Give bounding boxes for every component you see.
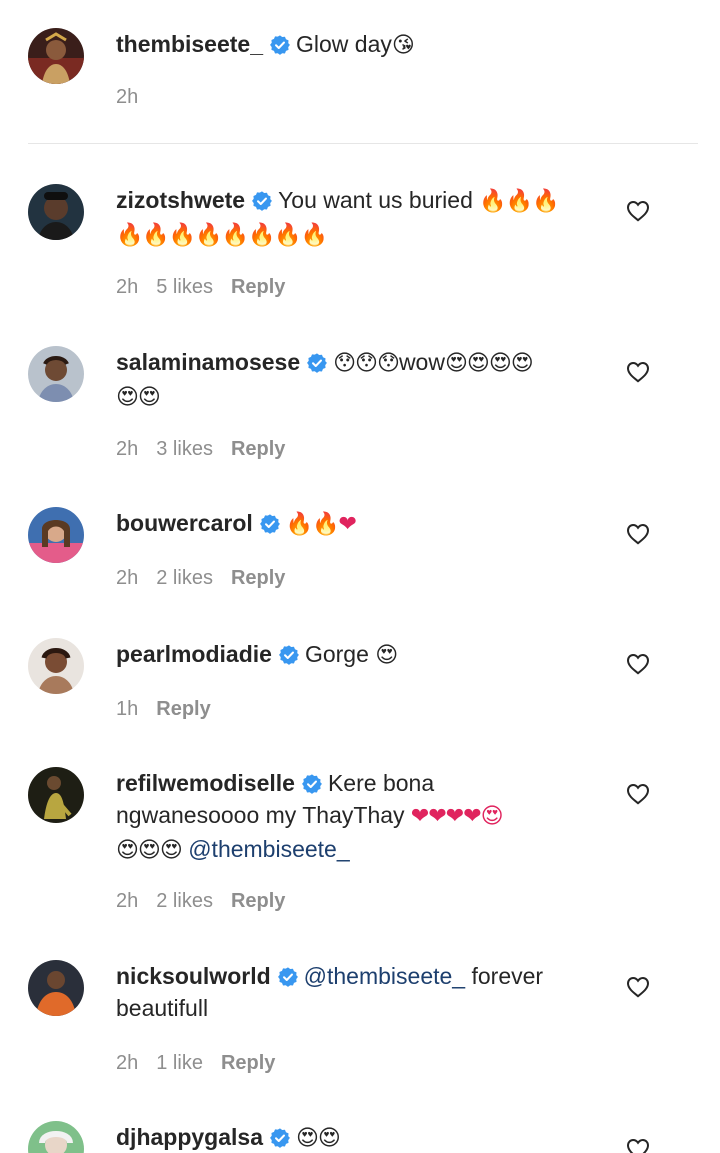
heart-outline-icon[interactable]	[626, 200, 650, 222]
comment-emoji: 😯😯😯	[333, 351, 400, 376]
comment-timestamp: 2h	[116, 567, 139, 589]
caption-text: Glow day	[296, 31, 392, 57]
comment-meta: 2h 3 likes Reply	[116, 438, 303, 461]
reply-button[interactable]: Reply	[221, 1052, 275, 1074]
mention-link[interactable]: @thembiseete_	[304, 963, 465, 989]
comment-timestamp: 2h	[116, 1052, 139, 1074]
reply-button[interactable]: Reply	[231, 567, 285, 589]
heart-outline-icon[interactable]	[626, 361, 650, 383]
verified-badge-icon	[278, 967, 298, 987]
verified-badge-icon	[252, 191, 272, 211]
verified-badge-icon	[270, 35, 290, 55]
comment-text: forever	[471, 963, 544, 989]
comment-username[interactable]: pearlmodiadie	[116, 641, 272, 667]
verified-badge-icon	[307, 353, 327, 373]
likes-count[interactable]: 5 likes	[156, 276, 213, 298]
caption-meta: 2h	[116, 86, 156, 109]
likes-count[interactable]: 2 likes	[156, 890, 213, 912]
avatar-refilwemodiselle[interactable]	[28, 767, 84, 823]
comment-text: Kere bona	[327, 770, 435, 796]
caption-username[interactable]: thembiseete_	[116, 31, 263, 57]
comment-emoji: 😍😍	[116, 385, 161, 410]
comment-text: wow	[398, 349, 445, 375]
comment-meta: 2h 2 likes Reply	[116, 567, 303, 590]
heart-outline-icon[interactable]	[626, 523, 650, 545]
comment-text: ngwanesoooo my ThayThay	[116, 802, 405, 828]
comment-emoji: 🔥🔥🔥🔥🔥🔥🔥🔥	[116, 223, 328, 248]
verified-badge-icon	[279, 645, 299, 665]
comment-meta: 1h Reply	[116, 698, 229, 721]
heart-outline-icon[interactable]	[626, 976, 650, 998]
avatar-bouwercarol[interactable]	[28, 507, 84, 563]
heart-outline-icon[interactable]	[626, 653, 650, 675]
heart-outline-icon[interactable]	[626, 1138, 650, 1153]
comment-text: beautifull	[116, 995, 209, 1021]
post-caption: thembiseete_ Glow day😘 2h	[0, 0, 720, 144]
comment-timestamp: 2h	[116, 276, 139, 298]
comment-username[interactable]: salaminamosese	[116, 349, 300, 375]
caption-emoji: 😘	[391, 33, 415, 58]
avatar-salaminamosese[interactable]	[28, 346, 84, 402]
comment-emoji: ❤❤❤❤😍	[410, 804, 504, 829]
avatar-pearlmodiadie[interactable]	[28, 638, 84, 694]
comment-emoji: 🔥🔥🔥	[479, 189, 559, 214]
avatar-thembiseete[interactable]	[28, 28, 84, 84]
comment-meta: 2h 1 like Reply	[116, 1052, 293, 1075]
reply-button[interactable]: Reply	[231, 276, 285, 298]
comment-emoji: 😍😍	[295, 1126, 341, 1151]
comment-emoji: 🔥🔥❤	[285, 512, 357, 537]
likes-count[interactable]: 3 likes	[156, 438, 213, 460]
verified-badge-icon	[270, 1128, 290, 1148]
verified-badge-icon	[302, 774, 322, 794]
comment-text: You want us buried	[278, 187, 473, 213]
comment-username[interactable]: zizotshwete	[116, 187, 245, 213]
reply-button[interactable]: Reply	[231, 438, 285, 460]
reply-button[interactable]: Reply	[231, 890, 285, 912]
avatar-djhappygalsa[interactable]	[28, 1121, 84, 1153]
comment-username[interactable]: refilwemodiselle	[116, 770, 295, 796]
comment-timestamp: 2h	[116, 438, 139, 460]
comment-username[interactable]: djhappygalsa	[116, 1124, 263, 1150]
verified-badge-icon	[260, 514, 280, 534]
comment-emoji: 😍😍😍	[116, 838, 183, 863]
comment-timestamp: 1h	[116, 698, 139, 720]
comment-emoji: 😍	[375, 643, 398, 668]
comment-username[interactable]: bouwercarol	[116, 510, 253, 536]
comment-username[interactable]: nicksoulworld	[116, 963, 271, 989]
comment-timestamp: 2h	[116, 890, 139, 912]
comment-emoji: 😍😍😍😍	[444, 351, 534, 376]
mention-link[interactable]: @thembiseete_	[188, 836, 349, 862]
comment-meta: 2h 5 likes Reply	[116, 276, 303, 299]
comment-text: Gorge	[304, 641, 369, 667]
heart-outline-icon[interactable]	[626, 783, 650, 805]
avatar-nicksoulworld[interactable]	[28, 960, 84, 1016]
likes-count[interactable]: 2 likes	[156, 567, 213, 589]
comment-meta: 2h 2 likes Reply	[116, 890, 303, 913]
reply-button[interactable]: Reply	[156, 698, 210, 720]
avatar-zizotshwete[interactable]	[28, 184, 84, 240]
likes-count[interactable]: 1 like	[156, 1052, 203, 1074]
caption-timestamp: 2h	[116, 86, 139, 108]
divider	[28, 143, 698, 144]
